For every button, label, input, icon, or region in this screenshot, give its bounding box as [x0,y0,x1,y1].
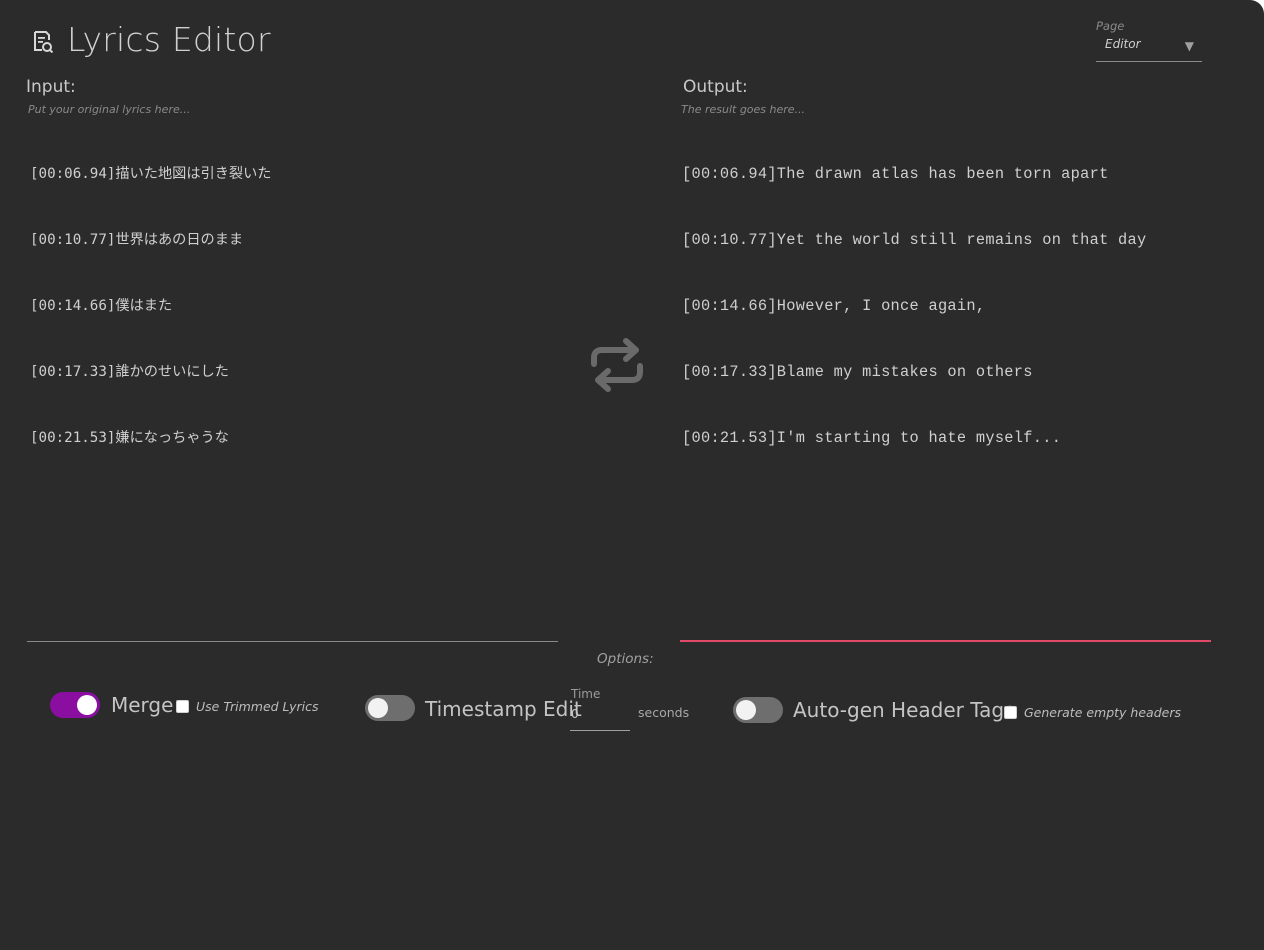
output-line: [00:14.66]However, I once again, [682,297,986,315]
output-textarea[interactable]: [00:06.94]The drawn atlas has been torn … [682,119,1212,637]
toggle-knob [77,695,97,715]
output-underline [680,640,1211,642]
lyrics-file-icon [34,31,53,53]
use-trimmed-lyrics-label: Use Trimmed Lyrics [196,699,319,714]
input-underline [27,641,558,642]
timestamp-edit-label: Timestamp Edit [425,697,582,721]
auto-gen-header-toggle[interactable] [733,697,783,723]
input-textarea[interactable]: [00:06.94]描いた地図は引き裂いた [00:10.77]世界はあの日のま… [30,119,558,639]
merge-toggle[interactable] [50,692,100,718]
output-line: [00:21.53]I'm starting to hate myself... [682,429,1062,447]
time-field[interactable]: Time [570,686,630,731]
input-line: [00:17.33]誰かのせいにした [30,364,229,380]
merge-label: Merge [111,693,174,717]
repeat-swap-icon[interactable] [586,334,648,396]
page-select-label: Page [1096,19,1125,33]
dropdown-arrow-icon: ▼ [1184,39,1194,53]
input-label: Input: [26,77,76,97]
toggle-knob [736,700,756,720]
auto-gen-header-label: Auto-gen Header Tags [793,698,1015,722]
output-label: Output: [683,77,748,97]
time-input[interactable] [570,705,629,723]
generate-empty-headers-label: Generate empty headers [1024,705,1181,720]
output-line: [00:17.33]Blame my mistakes on others [682,363,1033,381]
input-line: [00:10.77]世界はあの日のまま [30,232,244,248]
output-line: [00:10.77]Yet the world still remains on… [682,231,1147,249]
input-line: [00:06.94]描いた地図は引き裂いた [30,166,272,182]
app-window: Lyrics Editor Page Editor ▼ Input: Put y… [0,0,1264,950]
input-line: [00:14.66]僕はまた [30,298,173,314]
use-trimmed-lyrics-checkbox[interactable] [176,700,189,713]
options-label: Options: [597,651,654,667]
time-field-label: Time [571,687,601,701]
input-placeholder: Put your original lyrics here... [28,103,191,116]
seconds-unit-label: seconds [638,705,690,720]
output-placeholder: The result goes here... [681,103,806,116]
toggle-knob [368,698,388,718]
page-select[interactable]: Page Editor ▼ [1096,18,1202,62]
app-title: Lyrics Editor [67,20,271,59]
output-line: [00:06.94]The drawn atlas has been torn … [682,165,1109,183]
input-line: [00:21.53]嫌になっちゃうな [30,430,229,446]
timestamp-edit-toggle[interactable] [365,695,415,721]
generate-empty-headers-checkbox[interactable] [1004,706,1017,719]
page-select-value: Editor [1105,37,1141,51]
